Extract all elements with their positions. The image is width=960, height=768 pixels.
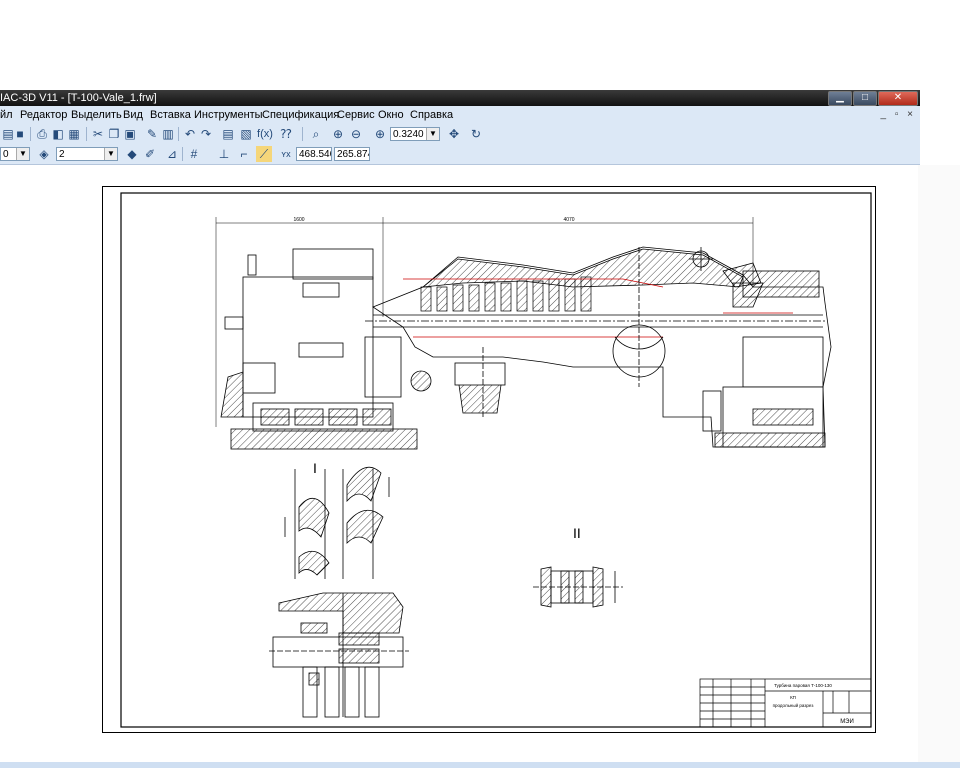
coord-y-field[interactable]: 265.874 [334, 147, 370, 161]
paste-icon[interactable]: ▣ [122, 126, 138, 142]
dimension-left: 1600 [293, 217, 304, 223]
style-value: 2 [59, 149, 65, 160]
local-cs-icon[interactable]: ⊥ [216, 146, 232, 162]
menu-window[interactable]: Окно [378, 106, 404, 124]
current-state-toolbar: 0 ▼ ◈ 2 ▼ ◆ ✐ ⊿ # ⊥ ⌐ ⟋ ʏx 468.546 265.8… [0, 144, 920, 165]
view-ii-seal [533, 566, 623, 608]
menu-service[interactable]: Сервис [337, 106, 375, 124]
drawing-svg: 1600 4070 I II Турбина паровая Т-100-130… [120, 192, 872, 728]
coord-y-value: 265.874 [337, 149, 370, 160]
menu-view[interactable]: Вид [123, 106, 143, 124]
maximize-button[interactable]: □ [853, 91, 877, 106]
close-button[interactable]: ✕ [878, 91, 918, 106]
menu-select[interactable]: Выделить [71, 106, 122, 124]
brush-icon[interactable]: ✎ [144, 126, 160, 142]
round-icon[interactable]: ⟋ [256, 146, 272, 162]
zoom-in-icon[interactable]: ⊕ [330, 126, 346, 142]
layer-value: 0 [3, 149, 9, 160]
zoom-scale-icon[interactable]: ⊕ [372, 126, 388, 142]
help-pointer-icon[interactable]: ⁇ [278, 126, 294, 142]
cursor-coords-icon: ʏx [281, 149, 291, 159]
view-i-shroud [269, 592, 409, 718]
menu-specification[interactable]: Спецификация [262, 106, 339, 124]
menu-help[interactable]: Справка [410, 106, 453, 124]
variables-icon[interactable]: f(x) [256, 126, 274, 142]
snap-icon[interactable]: ⊿ [164, 146, 180, 162]
title-bar: IAC-3D V11 - [T-100-Vale_1.frw] ▁ □ ✕ [0, 90, 920, 106]
title-block-doc: КП [790, 695, 796, 700]
coord-x-field[interactable]: 468.546 [296, 147, 332, 161]
save-icon[interactable]: ■ [12, 126, 28, 142]
redo-icon[interactable]: ↷ [198, 126, 214, 142]
drawing-sheet[interactable]: 1600 4070 I II Турбина паровая Т-100-130… [102, 186, 876, 733]
view-label-ii: II [573, 525, 581, 541]
toolbar-separator [30, 127, 31, 141]
layers-icon[interactable]: ◈ [36, 146, 52, 162]
layer-combo[interactable]: 0 ▼ [0, 147, 30, 161]
tree-icon[interactable]: ▥ [160, 126, 176, 142]
window-controls: ▁ □ ✕ [828, 91, 918, 106]
toolbar-separator [178, 127, 179, 141]
menu-bar: йл Редактор Выделить Вид Вставка Инструм… [0, 106, 920, 124]
chevron-down-icon[interactable]: ▼ [426, 128, 439, 140]
properties-icon[interactable]: ▦ [66, 126, 82, 142]
coord-x-value: 468.546 [299, 149, 332, 160]
refresh-icon[interactable]: ↻ [468, 126, 484, 142]
standard-toolbar: ▤ ■ ⎙ ◧ ▦ ✂ ❐ ▣ ✎ ▥ ↶ ↷ ▤ ▧ f(x) ⁇ ⌕ ⊕ ⊖… [0, 124, 920, 144]
mdi-controls[interactable]: _ ▫ × [880, 106, 916, 124]
toolbar-separator [182, 147, 183, 161]
dimension-right: 4070 [563, 217, 574, 223]
view-i-blades [284, 466, 390, 579]
print-icon[interactable]: ⎙ [34, 126, 50, 142]
minimize-button[interactable]: ▁ [828, 91, 852, 106]
menu-tools[interactable]: Инструменты [194, 106, 263, 124]
pen-icon[interactable]: ✐ [142, 146, 158, 162]
cut-icon[interactable]: ✂ [90, 126, 106, 142]
color-icon[interactable]: ◆ [124, 146, 140, 162]
ortho-icon[interactable]: ⌐ [236, 146, 252, 162]
chevron-down-icon[interactable]: ▼ [16, 148, 29, 160]
view-label-i: I [313, 460, 317, 476]
canvas-margin [918, 165, 960, 762]
menu-editor[interactable]: Редактор [20, 106, 67, 124]
zoom-combo[interactable]: 0.3240 ▼ [390, 127, 440, 141]
toolbar-separator [302, 127, 303, 141]
status-bar [0, 762, 960, 768]
copy-icon[interactable]: ❐ [106, 126, 122, 142]
title-block-name: Турбина паровая Т-100-130 [774, 683, 832, 688]
preview-icon[interactable]: ◧ [50, 126, 66, 142]
undo-icon[interactable]: ↶ [182, 126, 198, 142]
title-block-subtitle: продольный разрез [773, 702, 814, 708]
style-combo[interactable]: 2 ▼ [56, 147, 118, 161]
manager-icon[interactable]: ▤ [220, 126, 236, 142]
chevron-down-icon[interactable]: ▼ [104, 148, 117, 160]
turbine-section [220, 246, 832, 450]
pan-icon[interactable]: ✥ [446, 126, 462, 142]
title-block-org: МЭИ [840, 719, 854, 725]
menu-file[interactable]: йл [0, 106, 13, 124]
menu-insert[interactable]: Вставка [150, 106, 191, 124]
toolbar-separator [86, 127, 87, 141]
window-title: IAC-3D V11 - [T-100-Vale_1.frw] [0, 92, 157, 104]
zoom-value: 0.3240 [393, 129, 424, 140]
library-icon[interactable]: ▧ [238, 126, 254, 142]
zoom-out-icon[interactable]: ⊖ [348, 126, 364, 142]
zoom-window-icon[interactable]: ⌕ [308, 126, 324, 142]
grid-icon[interactable]: # [186, 146, 202, 162]
